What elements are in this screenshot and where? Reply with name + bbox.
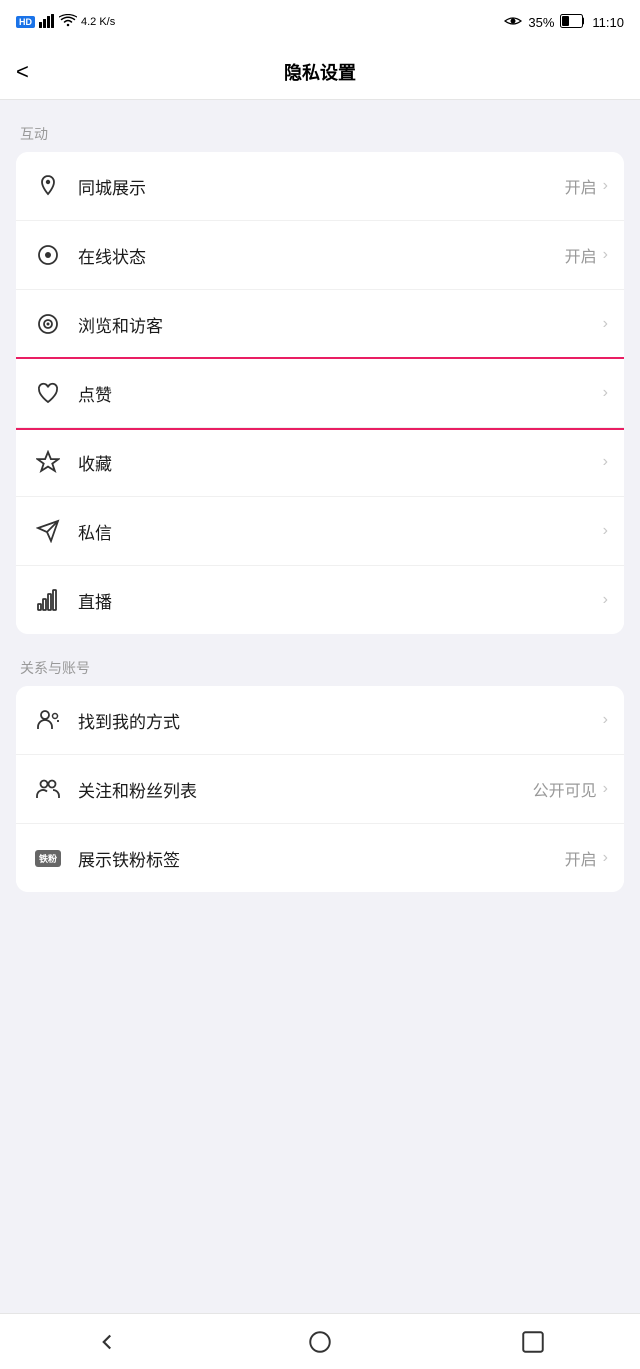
online-status-value: 开启 [565, 243, 597, 267]
iron-fan-arrow: › [603, 849, 608, 867]
local-display-value: 开启 [565, 174, 597, 198]
local-display-arrow: › [603, 177, 608, 195]
likes-label: 点赞 [78, 381, 597, 406]
follow-fans-row[interactable]: 关注和粉丝列表 公开可见 › [16, 755, 624, 824]
wifi-icon [59, 14, 77, 31]
favorites-row[interactable]: 收藏 › [16, 428, 624, 497]
find-me-row[interactable]: 找到我的方式 › [16, 686, 624, 755]
heart-icon [32, 377, 64, 409]
favorites-arrow: › [603, 453, 608, 471]
likes-row[interactable]: 点赞 › [16, 359, 624, 428]
likes-arrow: › [603, 384, 608, 402]
online-icon [32, 239, 64, 271]
iron-fan-icon: 铁粉 [32, 842, 64, 874]
nav-home-button[interactable] [302, 1324, 338, 1360]
local-display-row[interactable]: 同城展示 开启 › [16, 152, 624, 221]
follow-fans-arrow: › [603, 780, 608, 798]
iron-fan-label: 展示铁粉标签 [78, 846, 565, 871]
live-streaming-label: 直播 [78, 588, 597, 613]
settings-content: 互动 同城展示 开启 › 在线状态 开启 › [0, 100, 640, 1313]
section-label-account: 关系与账号 [0, 650, 640, 686]
find-me-label: 找到我的方式 [78, 708, 597, 733]
status-right: 35% 11:10 [504, 14, 624, 31]
iron-fan-value: 开启 [565, 846, 597, 870]
find-person-icon [32, 704, 64, 736]
page-title: 隐私设置 [284, 59, 356, 85]
nav-back-button[interactable] [89, 1324, 125, 1360]
iron-fan-row[interactable]: 铁粉 展示铁粉标签 开启 › [16, 824, 624, 892]
fans-icon [32, 773, 64, 805]
star-icon [32, 446, 64, 478]
back-button[interactable]: < [16, 59, 29, 85]
network-icon [39, 14, 55, 31]
status-left: HD 4.2 K/s [16, 14, 115, 31]
online-status-arrow: › [603, 246, 608, 264]
live-streaming-row[interactable]: 直播 › [16, 566, 624, 634]
live-icon [32, 584, 64, 616]
browse-icon [32, 308, 64, 340]
online-status-row[interactable]: 在线状态 开启 › [16, 221, 624, 290]
favorites-label: 收藏 [78, 450, 597, 475]
follow-fans-label: 关注和粉丝列表 [78, 777, 533, 802]
browse-visitors-arrow: › [603, 315, 608, 333]
status-bar: HD 4.2 K/s 35% [0, 0, 640, 44]
browse-visitors-row[interactable]: 浏览和访客 › [16, 290, 624, 359]
speed-text: 4.2 K/s [81, 16, 115, 28]
live-streaming-arrow: › [603, 591, 608, 609]
nav-square-button[interactable] [515, 1324, 551, 1360]
interaction-card: 同城展示 开启 › 在线状态 开启 › [16, 152, 624, 634]
message-icon [32, 515, 64, 547]
browse-visitors-label: 浏览和访客 [78, 312, 597, 337]
nav-bar [0, 1313, 640, 1369]
hd-badge: HD [16, 16, 35, 28]
private-messages-label: 私信 [78, 519, 597, 544]
account-card: 找到我的方式 › 关注和粉丝列表 公开可见 › 铁粉 展示铁粉标签 [16, 686, 624, 892]
location-icon [32, 170, 64, 202]
eye-icon [504, 15, 522, 30]
private-messages-arrow: › [603, 522, 608, 540]
find-me-arrow: › [603, 711, 608, 729]
online-status-label: 在线状态 [78, 243, 565, 268]
battery-icon [560, 14, 586, 31]
time-text: 11:10 [592, 15, 624, 30]
local-display-label: 同城展示 [78, 174, 565, 199]
private-messages-row[interactable]: 私信 › [16, 497, 624, 566]
page-header: < 隐私设置 [0, 44, 640, 100]
battery-text: 35% [528, 15, 554, 30]
follow-fans-value: 公开可见 [533, 777, 597, 801]
section-label-interaction: 互动 [0, 116, 640, 152]
